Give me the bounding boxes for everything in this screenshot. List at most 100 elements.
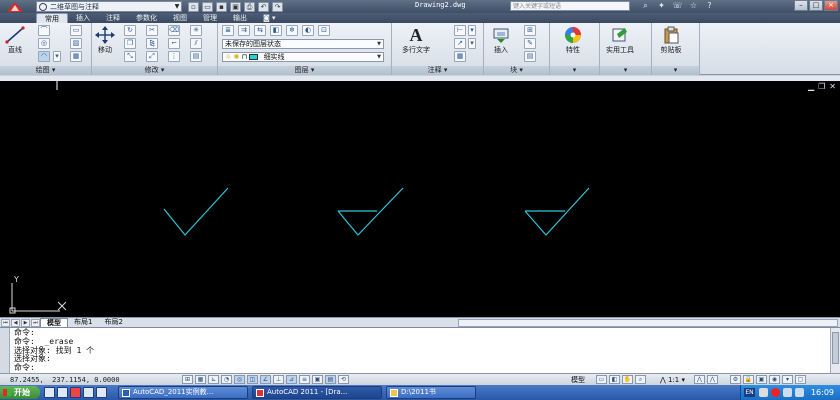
mirror-icon[interactable]: ⧎ <box>146 38 158 49</box>
move-button[interactable]: 移动 <box>94 25 116 55</box>
first-layout-icon[interactable]: ⏮ <box>1 318 10 327</box>
snap-icon[interactable]: ⊞ <box>182 375 193 384</box>
minimize-button[interactable]: – <box>794 0 808 11</box>
edit-block-icon[interactable]: ✎ <box>524 38 536 49</box>
layers-panel-title[interactable]: 图层 ▾ <box>218 66 391 75</box>
taskbar-item-folder[interactable]: D:\2011书 <box>386 386 476 399</box>
ime-icon[interactable] <box>759 388 768 397</box>
prev-layout-icon[interactable]: ◀ <box>11 318 20 327</box>
array-icon[interactable]: ⋮ <box>168 51 180 62</box>
transparency-icon[interactable]: ▣ <box>312 375 323 384</box>
fillet-icon[interactable]: ⌐ <box>168 38 180 49</box>
taskbar-item-autocad[interactable]: AutoCAD 2011 - [Dra... <box>252 386 382 399</box>
tab-home[interactable]: 常用 <box>36 13 68 23</box>
layer-match-icon[interactable]: ⇉ <box>238 25 250 36</box>
tab-parametric[interactable]: 参数化 <box>128 13 165 23</box>
layer-state-select[interactable]: 未保存的图层状态 ▼ <box>222 39 384 49</box>
redo-icon[interactable]: ↷ <box>272 1 283 12</box>
polyline-icon[interactable]: ⌒ <box>38 25 50 36</box>
command-window[interactable]: 命令: 命令: _erase 选择对象: 找到 1 个选择对象: 命令: <box>0 327 840 374</box>
selection-cycling-icon[interactable]: ⟲ <box>338 375 349 384</box>
scrollbar-thumb[interactable] <box>832 332 839 364</box>
draw-panel-title[interactable]: 绘图 ▾ <box>0 66 91 75</box>
layer-previous-icon[interactable]: ⇆ <box>254 25 266 36</box>
layer-freeze-icon[interactable]: ❄ <box>286 25 298 36</box>
close-button[interactable]: × <box>824 0 838 11</box>
subscription-icon[interactable]: ✦ <box>656 1 667 11</box>
tab-insert[interactable]: 插入 <box>68 13 98 23</box>
tab-options-icon[interactable]: ◙ ▾ <box>255 13 284 23</box>
auto-scale-icon[interactable]: ⋀ <box>707 375 718 384</box>
insert-block-button[interactable]: 插入 <box>490 25 512 55</box>
edit-icon[interactable]: ▤ <box>190 51 202 62</box>
save-icon[interactable]: ▪ <box>216 1 227 12</box>
annotation-visibility-icon[interactable]: ⋀ <box>694 375 705 384</box>
last-layout-icon[interactable]: ⏭ <box>31 318 40 327</box>
language-indicator[interactable]: EN <box>744 388 755 397</box>
taskbar-item-tutorial[interactable]: AutoCAD_2011实例教... <box>118 386 248 399</box>
layer-properties-icon[interactable]: ≣ <box>222 25 234 36</box>
tab-view[interactable]: 视图 <box>165 13 195 23</box>
annotation-table-icon[interactable]: ▦ <box>454 51 466 62</box>
quick-properties-icon[interactable]: ▤ <box>325 375 336 384</box>
attribute-icon[interactable]: ▤ <box>524 51 536 62</box>
erase-icon[interactable]: ⌫ <box>168 25 180 36</box>
next-layout-icon[interactable]: ▶ <box>21 318 30 327</box>
browser-icon[interactable] <box>44 387 55 398</box>
clipboard-panel-title[interactable]: ▾ <box>652 66 699 75</box>
layer-isolate-icon[interactable]: ◧ <box>270 25 282 36</box>
arc-dropdown-icon[interactable]: ▾ <box>53 51 61 62</box>
cursor-coordinates[interactable]: 87.2455, 237.1154, 0.0000 <box>10 375 120 385</box>
plot-icon[interactable]: ⎙ <box>244 1 255 12</box>
clean-screen-icon[interactable]: ▢ <box>795 375 806 384</box>
ortho-icon[interactable]: ⊾ <box>208 375 219 384</box>
layout-view-icon[interactable]: ▭ <box>596 375 607 384</box>
annotation-scale[interactable]: ⋀ 1:1 ▾ <box>660 375 685 385</box>
communication-icon[interactable]: ☏ <box>672 1 683 11</box>
toolbar-lock-icon[interactable]: 🔒 <box>743 375 754 384</box>
rectangle-icon[interactable]: ▭ <box>70 25 82 36</box>
create-block-icon[interactable]: ⊞ <box>524 25 536 36</box>
grid-icon[interactable]: ▦ <box>195 375 206 384</box>
app-menu-button[interactable] <box>0 0 30 13</box>
help-icon[interactable]: ? <box>704 1 715 11</box>
annotation-panel-title[interactable]: 注释 ▾ <box>392 66 483 75</box>
drawing-canvas[interactable]: ▁ ❐ ✕ Y <box>0 81 840 317</box>
command-window-handle[interactable] <box>0 328 10 374</box>
current-layer-select[interactable]: ☼ ✺ ⊓ 细实线 ▼ <box>222 52 384 62</box>
layer-off-icon[interactable]: ◐ <box>302 25 314 36</box>
volume-icon[interactable] <box>795 388 804 397</box>
tab-layout2[interactable]: 布局2 <box>98 318 128 327</box>
properties-panel-title[interactable]: ▾ <box>550 66 599 75</box>
layer-lock-icon[interactable]: ⊡ <box>318 25 330 36</box>
dyn-icon[interactable]: ⊿ <box>286 375 297 384</box>
utilities-button[interactable]: 实用工具 <box>606 25 634 55</box>
new-file-icon[interactable]: ▫ <box>188 1 199 12</box>
tab-model[interactable]: 模型 <box>40 318 68 327</box>
clipboard-button[interactable]: 剪贴板 <box>660 25 682 55</box>
hatch-icon[interactable]: ▨ <box>70 38 82 49</box>
leader-dropdown-icon[interactable]: ▾ <box>468 38 476 49</box>
circle-icon[interactable]: ◎ <box>38 38 50 49</box>
pan-icon[interactable]: ✋ <box>622 375 633 384</box>
undo-icon[interactable]: ↶ <box>258 1 269 12</box>
workspace-selector[interactable]: 二维草图与注释 ▼ <box>36 1 182 12</box>
polar-icon[interactable]: ◔ <box>221 375 232 384</box>
autocad-launch-icon[interactable] <box>70 387 81 398</box>
network-icon[interactable] <box>783 388 792 397</box>
antivirus-icon[interactable] <box>771 388 780 397</box>
media-icon[interactable] <box>96 387 107 398</box>
scale-icon[interactable]: ⤢ <box>146 51 158 62</box>
workspace-switch-icon[interactable]: ⚙ <box>730 375 741 384</box>
show-desktop-icon[interactable] <box>83 387 94 398</box>
lineweight-icon[interactable]: ≡ <box>299 375 310 384</box>
save-as-icon[interactable]: ▣ <box>230 1 241 12</box>
tab-layout1[interactable]: 布局1 <box>68 318 98 327</box>
horizontal-scrollbar[interactable] <box>458 318 838 327</box>
tab-output[interactable]: 输出 <box>225 13 255 23</box>
tab-annotate[interactable]: 注释 <box>98 13 128 23</box>
table-icon[interactable]: ▦ <box>70 51 82 62</box>
favorites-icon[interactable]: ☆ <box>688 1 699 11</box>
command-prompt[interactable]: 命令: <box>14 363 94 373</box>
hardware-acceleration-icon[interactable]: ▣ <box>756 375 767 384</box>
